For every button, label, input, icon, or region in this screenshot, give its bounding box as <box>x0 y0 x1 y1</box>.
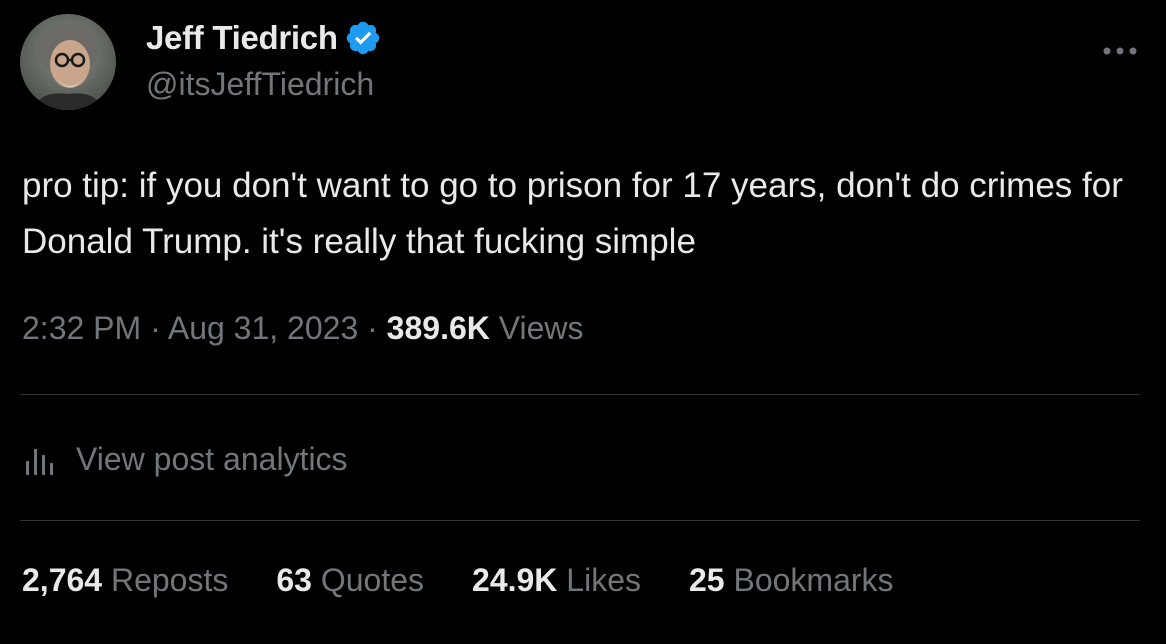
engagement-stats: 2,764 Reposts 63 Quotes 24.9K Likes 25 B… <box>22 562 942 599</box>
likes-stat[interactable]: 24.9K Likes <box>472 562 641 599</box>
meta-separator: · <box>358 310 387 346</box>
tweet-meta: 2:32 PM · Aug 31, 2023 · 389.6K Views <box>22 310 584 347</box>
verified-badge-icon <box>344 19 382 57</box>
quotes-stat[interactable]: 63 Quotes <box>276 562 424 599</box>
view-analytics-button[interactable]: View post analytics <box>22 436 348 482</box>
bookmarks-count: 25 <box>689 562 725 598</box>
likes-label: Likes <box>566 562 641 598</box>
bar-chart-icon <box>26 449 53 475</box>
quotes-count: 63 <box>276 562 312 598</box>
author-display-name[interactable]: Jeff Tiedrich <box>146 19 338 57</box>
author-handle[interactable]: @itsJeffTiedrich <box>146 66 374 103</box>
reposts-stat[interactable]: 2,764 Reposts <box>22 562 228 599</box>
reposts-count: 2,764 <box>22 562 103 598</box>
more-options-button[interactable] <box>1098 36 1142 66</box>
meta-separator: · <box>141 310 168 346</box>
tweet-time[interactable]: 2:32 PM <box>22 310 141 346</box>
tweet-text: pro tip: if you don't want to go to pris… <box>22 166 1133 261</box>
views-count: 389.6K <box>386 310 490 346</box>
views-label: Views <box>498 310 584 346</box>
author-avatar[interactable] <box>20 14 116 110</box>
author-name-row: Jeff Tiedrich <box>146 16 382 60</box>
reposts-label: Reposts <box>110 562 229 598</box>
avatar-photo-icon <box>20 14 116 110</box>
bookmarks-stat[interactable]: 25 Bookmarks <box>689 562 894 599</box>
tweet-date[interactable]: Aug 31, 2023 <box>168 310 358 346</box>
more-horizontal-icon <box>1103 47 1137 55</box>
divider <box>20 520 1140 521</box>
tweet-card: Jeff Tiedrich @itsJeffTiedrich pro tip: … <box>0 0 1166 644</box>
quotes-label: Quotes <box>320 562 425 598</box>
likes-count: 24.9K <box>472 562 558 598</box>
bookmarks-label: Bookmarks <box>733 562 894 598</box>
analytics-label: View post analytics <box>76 440 348 477</box>
divider <box>20 394 1140 395</box>
